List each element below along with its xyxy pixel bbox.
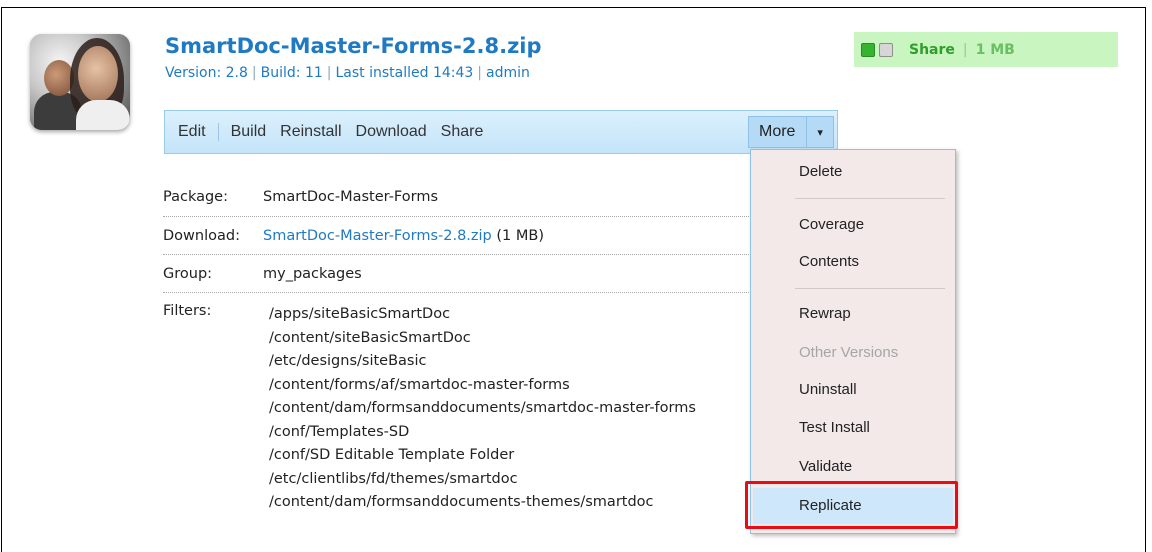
package-label: Package: [163,189,228,205]
meta-separator: | [251,65,257,81]
filter-item: /content/forms/af/smartdoc-master-forms [269,376,570,393]
package-row: Package: SmartDoc-Master-Forms [163,178,753,217]
filter-item: /content/dam/formsanddocuments-themes/sm… [269,494,654,510]
edit-button[interactable]: Edit [165,123,219,141]
group-row: Group: my_packages [163,255,753,293]
filters-label: Filters: [163,303,212,319]
menu-item-test-install[interactable]: Test Install [799,414,870,442]
build-button[interactable]: Build [219,123,274,141]
replicate-callout-box [745,481,958,529]
package-value: SmartDoc-Master-Forms [263,189,439,205]
chevron-down-icon[interactable]: ▾ [806,117,833,147]
menu-item-validate[interactable]: Validate [799,453,852,481]
installed-text: Last installed 14:43 [335,65,474,81]
meta-separator: | [477,65,483,81]
download-link[interactable]: SmartDoc-Master-Forms-2.8.zip [263,228,492,244]
filter-item: /etc/clientlibs/fd/themes/smartdoc [269,470,518,487]
installed-by-user: admin [486,65,530,81]
build-text: Build: 11 [260,65,323,81]
filters-row: Filters: /apps/siteBasicSmartDoc /conten… [163,293,753,515]
filter-item: /conf/Templates-SD [269,423,410,440]
share-status-size: 1 MB [975,41,1015,58]
version-text: Version: 2.8 [165,65,248,81]
download-label: Download: [163,227,240,244]
download-row: Download: SmartDoc-Master-Forms-2.8.zip … [163,217,753,255]
menu-item-contents[interactable]: Contents [799,248,859,276]
download-button[interactable]: Download [349,123,434,141]
package-meta: Version: 2.8 | Build: 11 | Last installed 14… [165,65,530,81]
package-title[interactable]: SmartDoc-Master-Forms-2.8.zip [165,34,542,58]
package-details: Package: SmartDoc-Master-Forms Download:… [163,178,753,515]
filters-list: /apps/siteBasicSmartDoc /content/siteBas… [263,303,753,515]
package-toolbar: Edit Build Reinstall Download Share [164,110,838,154]
more-dropdown-menu: Delete Coverage Contents Rewrap Other Ve… [750,149,956,534]
menu-item-delete[interactable]: Delete [799,158,842,186]
package-thumbnail [30,34,130,130]
menu-item-rewrap[interactable]: Rewrap [799,300,851,328]
status-off-icon [879,42,893,57]
share-status-badge: Share | 1 MB [854,32,1118,67]
share-status-separator: | [962,41,968,58]
status-on-icon [861,42,875,57]
filter-item: /etc/designs/siteBasic [269,353,427,369]
filter-item: /content/dam/formsanddocuments/smartdoc-… [269,400,696,416]
menu-item-coverage[interactable]: Coverage [799,211,864,239]
filter-item: /conf/SD Editable Template Folder [269,447,515,463]
share-status-label[interactable]: Share [909,42,955,58]
download-size: (1 MB) [491,227,544,244]
group-label: Group: [163,265,213,282]
menu-divider [795,288,945,289]
meta-separator: | [326,65,332,81]
more-menu-button[interactable]: More ▾ [748,116,834,148]
more-button-label: More [759,123,796,140]
group-value: my_packages [263,265,362,282]
menu-item-other-versions: Other Versions [799,344,899,361]
share-button[interactable]: Share [434,123,491,141]
menu-item-uninstall[interactable]: Uninstall [799,376,857,404]
filter-item: /content/siteBasicSmartDoc [269,329,471,346]
filter-item: /apps/siteBasicSmartDoc [269,306,451,322]
reinstall-button[interactable]: Reinstall [273,123,348,141]
menu-divider [795,198,945,199]
